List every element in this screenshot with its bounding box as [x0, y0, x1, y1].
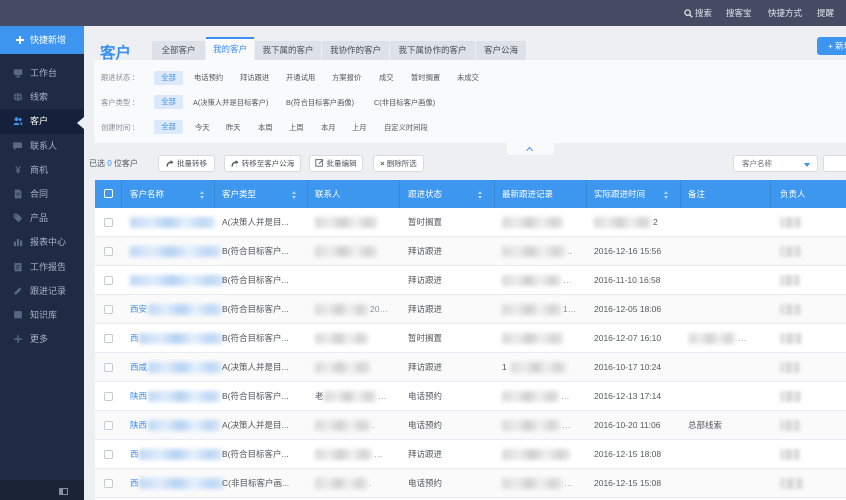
svg-text:¥: ¥	[15, 165, 21, 174]
